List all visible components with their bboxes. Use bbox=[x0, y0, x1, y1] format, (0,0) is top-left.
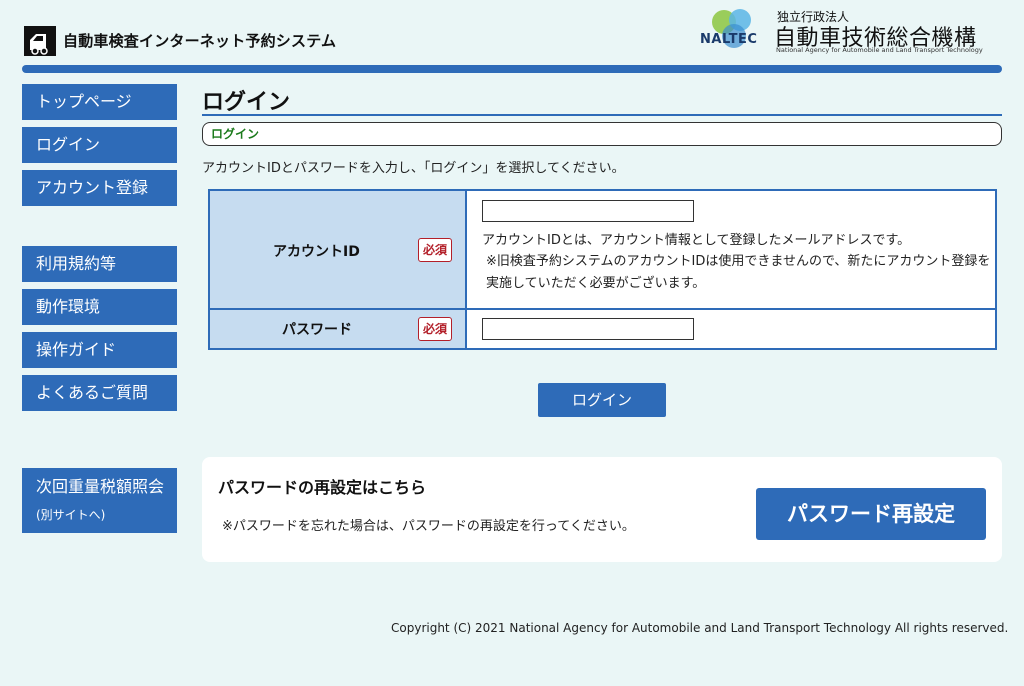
password-input[interactable] bbox=[482, 318, 694, 340]
reset-note: ※パスワードを忘れた場合は、パスワードの再設定を行ってください。 bbox=[222, 519, 635, 534]
sidebar-item-terms[interactable]: 利用規約等 bbox=[22, 246, 177, 282]
org-name-english: National Agency for Automobile and Land … bbox=[776, 46, 983, 54]
sidebar-item-guide[interactable]: 操作ガイド bbox=[22, 332, 177, 368]
account-id-input[interactable] bbox=[482, 200, 694, 222]
org-logo: NALTEC 独立行政法人 自動車技術総合機構 National Agency … bbox=[700, 6, 1010, 60]
org-abbreviation: NALTEC bbox=[700, 32, 758, 47]
account-id-help: アカウントIDとは、アカウント情報として登録したメールアドレスです。 bbox=[482, 233, 911, 248]
account-id-row: アカウントID 必須 アカウントIDとは、アカウント情報として登録したメールアド… bbox=[210, 191, 995, 310]
sidebar-item-top-page[interactable]: トップページ bbox=[22, 84, 177, 120]
required-badge: 必須 bbox=[418, 317, 452, 341]
title-divider bbox=[202, 114, 1002, 116]
required-badge: 必須 bbox=[418, 238, 452, 262]
sidebar-item-account-register[interactable]: アカウント登録 bbox=[22, 170, 177, 206]
password-row: パスワード 必須 bbox=[210, 310, 995, 348]
sidebar-item-weight-tax[interactable]: 次回重量税額照会 (別サイトへ) bbox=[22, 468, 177, 533]
password-reset-button[interactable]: パスワード再設定 bbox=[756, 488, 986, 540]
copyright: Copyright (C) 2021 National Agency for A… bbox=[391, 621, 1009, 635]
password-label: パスワード bbox=[282, 322, 352, 338]
password-reset-panel: パスワードの再設定はこちら ※パスワードを忘れた場合は、パスワードの再設定を行っ… bbox=[202, 457, 1002, 562]
reset-title: パスワードの再設定はこちら bbox=[218, 478, 427, 497]
instruction-text: アカウントIDとパスワードを入力し、「ログイン」を選択してください。 bbox=[202, 161, 625, 176]
page-title: ログイン bbox=[202, 90, 291, 115]
account-id-label-cell: アカウントID 必須 bbox=[210, 191, 467, 308]
sidebar-item-environment[interactable]: 動作環境 bbox=[22, 289, 177, 325]
sidebar-item-login[interactable]: ログイン bbox=[22, 127, 177, 163]
login-button[interactable]: ログイン bbox=[538, 383, 666, 417]
breadcrumb: ログイン bbox=[202, 122, 1002, 146]
sidebar-item-faq[interactable]: よくあるご質問 bbox=[22, 375, 177, 411]
account-id-note: ※旧検査予約システムのアカウントIDは使用できませんので、新たにアカウント登録を… bbox=[486, 254, 991, 291]
sidebar-item-weight-tax-label: 次回重量税額照会 bbox=[36, 477, 165, 496]
sidebar-item-weight-tax-sub: (別サイトへ) bbox=[36, 508, 106, 522]
login-form: アカウントID 必須 アカウントIDとは、アカウント情報として登録したメールアド… bbox=[208, 189, 997, 350]
password-label-cell: パスワード 必須 bbox=[210, 310, 467, 348]
site-header: 自動車検査インターネット予約システム NALTEC 独立行政法人 自動車技術総合… bbox=[0, 0, 1024, 73]
account-id-label: アカウントID bbox=[273, 244, 360, 260]
truck-logo-icon bbox=[24, 26, 56, 56]
system-title: 自動車検査インターネット予約システム bbox=[63, 32, 337, 50]
header-divider bbox=[22, 65, 1002, 73]
